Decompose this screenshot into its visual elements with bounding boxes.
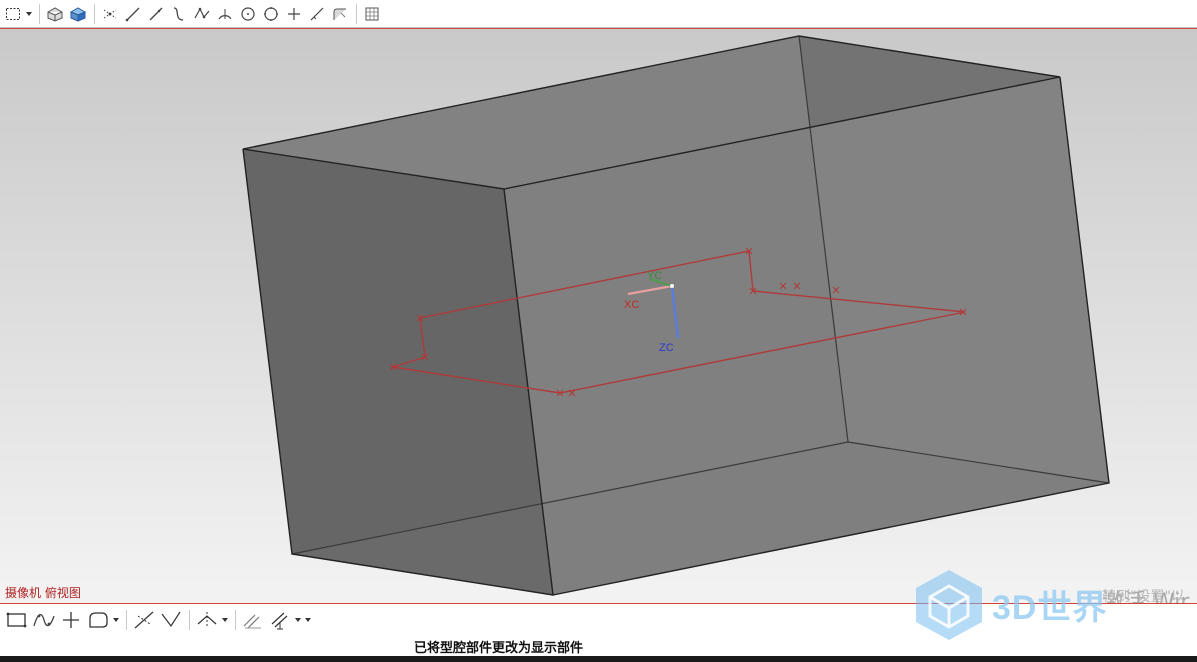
activation-watermark-subtitle: 转到"设置"以 — [1102, 589, 1185, 605]
model-scene: XC YC ZC — [242, 35, 1110, 596]
grid-icon[interactable] — [361, 3, 383, 25]
top-toolbar — [0, 0, 1197, 28]
fillet-icon[interactable] — [329, 3, 351, 25]
wireframe-box-icon[interactable] — [44, 3, 66, 25]
dropdown-arrow-icon[interactable] — [112, 609, 120, 631]
point-set-icon[interactable] — [99, 3, 121, 25]
arc-icon[interactable] — [214, 3, 236, 25]
trim-icon[interactable] — [131, 607, 157, 633]
rectangle-icon[interactable] — [4, 607, 30, 633]
offset-line-icon[interactable] — [306, 3, 328, 25]
mirror-icon[interactable] — [194, 607, 220, 633]
toolbar-separator — [126, 610, 127, 630]
toolbar-separator — [356, 3, 357, 24]
offset-curve-icon[interactable] — [240, 607, 266, 633]
line-tangent-icon[interactable] — [145, 3, 167, 25]
view-orientation-label: 摄像机 俯视图 — [5, 586, 81, 600]
zc-axis-label: ZC — [659, 342, 674, 354]
spline-icon[interactable] — [168, 3, 190, 25]
studio-spline-icon[interactable] — [31, 607, 57, 633]
logo-text: 3D世界 — [992, 588, 1108, 627]
dropdown-arrow-icon[interactable] — [294, 609, 302, 631]
toolbar-separator — [94, 3, 95, 24]
status-message: 已将型腔部件更改为显示部件 — [414, 640, 584, 656]
yc-axis-label: YC — [647, 270, 662, 282]
extend-icon[interactable] — [158, 607, 184, 633]
select-box-icon[interactable] — [2, 3, 24, 25]
xc-axis-label: XC — [624, 299, 639, 311]
circle-icon[interactable] — [237, 3, 259, 25]
graphics-viewport[interactable]: XC YC ZC 摄像机 俯视图 激活 Wir — [0, 28, 1197, 603]
circle-center-icon[interactable] — [260, 3, 282, 25]
point-icon[interactable] — [283, 3, 305, 25]
toolbar-separator — [39, 3, 40, 24]
window-bottom-edge — [0, 656, 1197, 662]
shaded-box-icon[interactable] — [67, 3, 89, 25]
point-plus-icon[interactable] — [58, 607, 84, 633]
line-icon[interactable] — [122, 3, 144, 25]
polyline-icon[interactable] — [191, 3, 213, 25]
site-logo: 3D世界 — [912, 568, 1107, 640]
dropdown-arrow-icon[interactable] — [25, 3, 33, 25]
fillet-corner-icon[interactable] — [85, 607, 111, 633]
toolbar-separator — [189, 610, 190, 630]
toolbar-separator — [235, 610, 236, 630]
constraint-icon[interactable] — [267, 607, 293, 633]
dropdown-arrow-icon[interactable] — [304, 609, 312, 631]
dropdown-arrow-icon[interactable] — [221, 609, 229, 631]
cube-logo-icon — [916, 570, 982, 640]
